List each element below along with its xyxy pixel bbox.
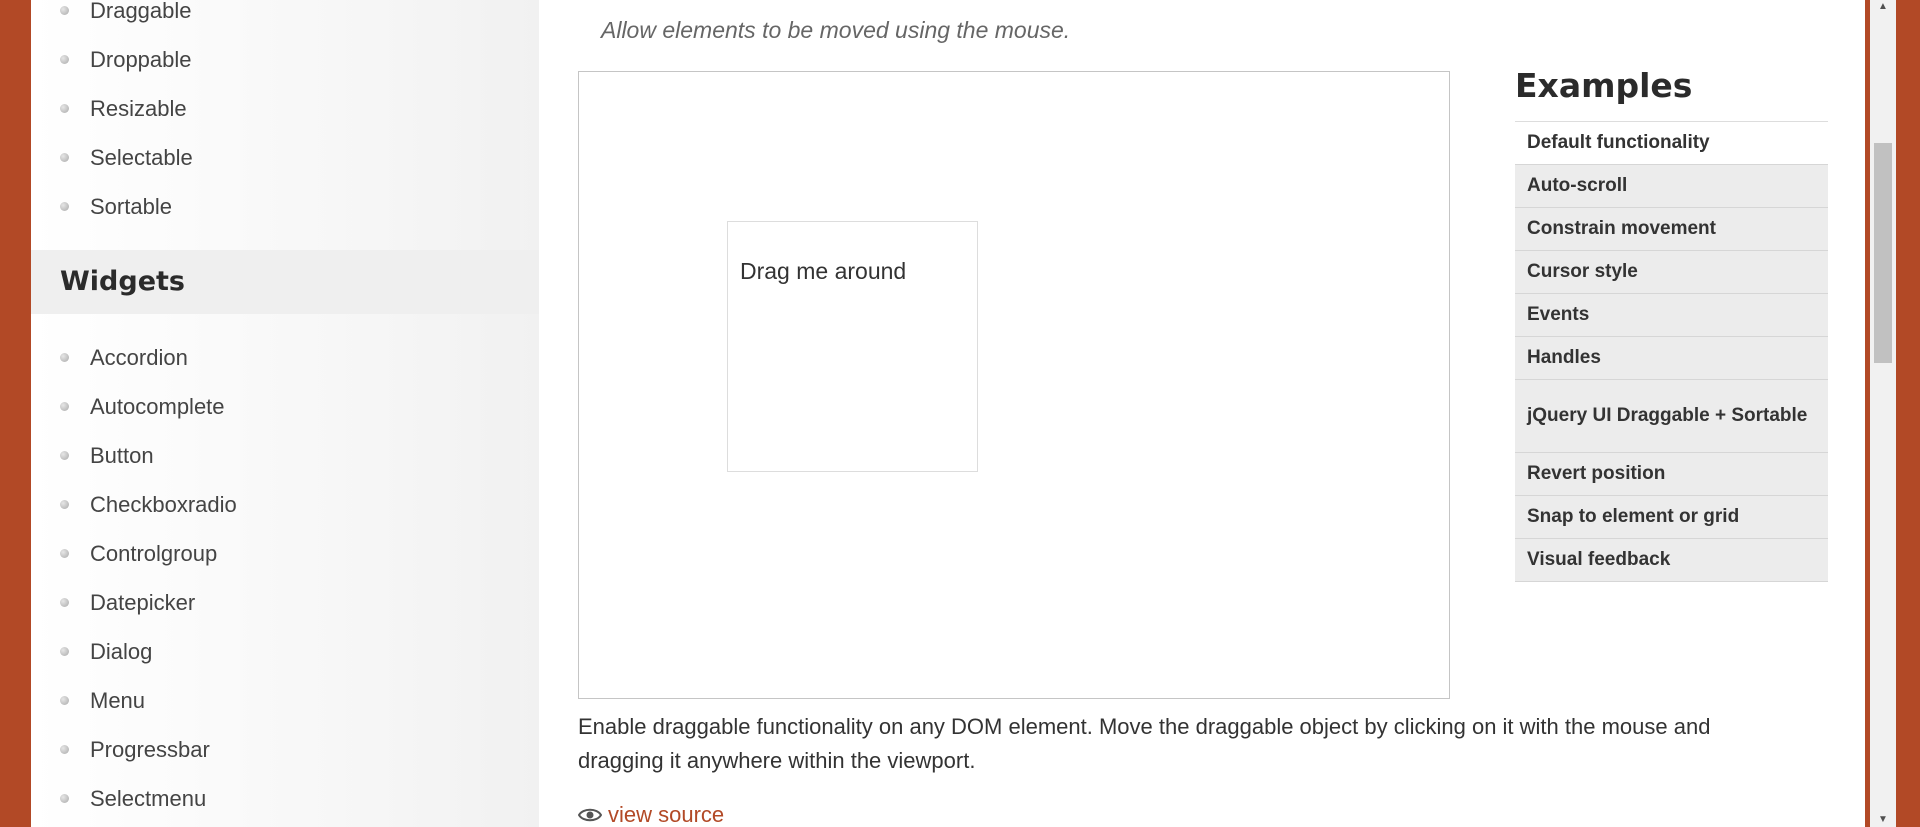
- draggable-box[interactable]: Drag me around: [727, 221, 978, 472]
- sidebar-item-draggable[interactable]: Draggable: [31, 0, 539, 35]
- example-events[interactable]: Events: [1515, 294, 1828, 337]
- sidebar-item-label: Datepicker: [90, 590, 196, 615]
- draggable-label: Drag me around: [740, 258, 907, 284]
- bullet-icon: [60, 104, 69, 113]
- eye-icon: [578, 808, 602, 822]
- sidebar-item-label: Progressbar: [90, 737, 210, 762]
- bullet-icon: [60, 55, 69, 64]
- example-snap-to-element[interactable]: Snap to element or grid: [1515, 496, 1828, 539]
- arrow-up-icon[interactable]: ▲: [1870, 0, 1896, 14]
- demo-frame: Drag me around: [578, 71, 1450, 699]
- example-revert-position[interactable]: Revert position: [1515, 453, 1828, 496]
- example-auto-scroll[interactable]: Auto-scroll: [1515, 165, 1828, 208]
- bullet-icon: [60, 402, 69, 411]
- sidebar-item-resizable[interactable]: Resizable: [31, 84, 539, 133]
- bullet-icon: [60, 353, 69, 362]
- sidebar-item-progressbar[interactable]: Progressbar: [31, 725, 539, 774]
- sidebar-item-droppable[interactable]: Droppable: [31, 35, 539, 84]
- sidebar-item-label: Button: [90, 443, 154, 468]
- example-default-functionality[interactable]: Default functionality: [1515, 122, 1828, 165]
- sidebar-item-dialog[interactable]: Dialog: [31, 627, 539, 676]
- examples-title: Examples: [1515, 66, 1693, 105]
- widgets-section-header: Widgets: [31, 250, 539, 314]
- sidebar-item-label: Controlgroup: [90, 541, 218, 566]
- example-cursor-style[interactable]: Cursor style: [1515, 251, 1828, 294]
- example-handles[interactable]: Handles: [1515, 337, 1828, 380]
- sidebar-item-label: Sortable: [90, 194, 172, 219]
- widgets-list: Accordion Autocomplete Button Checkboxra…: [31, 333, 539, 823]
- sidebar-item-label: Droppable: [90, 47, 192, 72]
- scrollbar-thumb[interactable]: [1874, 143, 1892, 363]
- sidebar-item-accordion[interactable]: Accordion: [31, 333, 539, 382]
- bullet-icon: [60, 598, 69, 607]
- sidebar-item-button[interactable]: Button: [31, 431, 539, 480]
- description-text: Enable draggable functionality on any DO…: [578, 714, 1711, 773]
- sidebar-item-label: Dialog: [90, 639, 153, 664]
- sidebar-item-label: Menu: [90, 688, 146, 713]
- sidebar: Draggable Droppable Resizable Selectable…: [31, 0, 539, 827]
- example-draggable-sortable[interactable]: jQuery UI Draggable + Sortable: [1515, 380, 1828, 453]
- bullet-icon: [60, 451, 69, 460]
- example-visual-feedback[interactable]: Visual feedback: [1515, 539, 1828, 582]
- bullet-icon: [60, 6, 69, 15]
- page-content: Draggable Droppable Resizable Selectable…: [31, 0, 1865, 827]
- bullet-icon: [60, 647, 69, 656]
- bullet-icon: [60, 794, 69, 803]
- arrow-down-icon[interactable]: ▼: [1870, 813, 1896, 827]
- bullet-icon: [60, 696, 69, 705]
- bullet-icon: [60, 500, 69, 509]
- page-subtitle: Allow elements to be moved using the mou…: [601, 17, 1071, 43]
- sidebar-item-selectmenu[interactable]: Selectmenu: [31, 774, 539, 823]
- sidebar-item-selectable[interactable]: Selectable: [31, 133, 539, 182]
- bullet-icon: [60, 549, 69, 558]
- bullet-icon: [60, 153, 69, 162]
- view-source-label: view source: [608, 802, 725, 827]
- sidebar-item-sortable[interactable]: Sortable: [31, 182, 539, 231]
- widgets-header-title: Widgets: [60, 266, 185, 297]
- sidebar-item-label: Checkboxradio: [90, 492, 237, 517]
- bullet-icon: [60, 202, 69, 211]
- sidebar-item-label: Resizable: [90, 96, 187, 121]
- sidebar-item-label: Autocomplete: [90, 394, 225, 419]
- examples-list: Default functionality Auto-scroll Constr…: [1515, 121, 1828, 582]
- sidebar-item-controlgroup[interactable]: Controlgroup: [31, 529, 539, 578]
- sidebar-item-label: Selectmenu: [90, 786, 207, 811]
- sidebar-item-menu[interactable]: Menu: [31, 676, 539, 725]
- example-constrain-movement[interactable]: Constrain movement: [1515, 208, 1828, 251]
- interactions-list: Draggable Droppable Resizable Selectable…: [31, 0, 539, 231]
- view-source-link[interactable]: view source: [578, 802, 724, 827]
- sidebar-item-datepicker[interactable]: Datepicker: [31, 578, 539, 627]
- sidebar-item-autocomplete[interactable]: Autocomplete: [31, 382, 539, 431]
- sidebar-item-label: Selectable: [90, 145, 193, 170]
- bullet-icon: [60, 745, 69, 754]
- vertical-scrollbar[interactable]: ▲ ▼: [1870, 0, 1896, 827]
- sidebar-item-label: Accordion: [90, 345, 188, 370]
- sidebar-item-label: Draggable: [90, 0, 192, 23]
- sidebar-item-checkboxradio[interactable]: Checkboxradio: [31, 480, 539, 529]
